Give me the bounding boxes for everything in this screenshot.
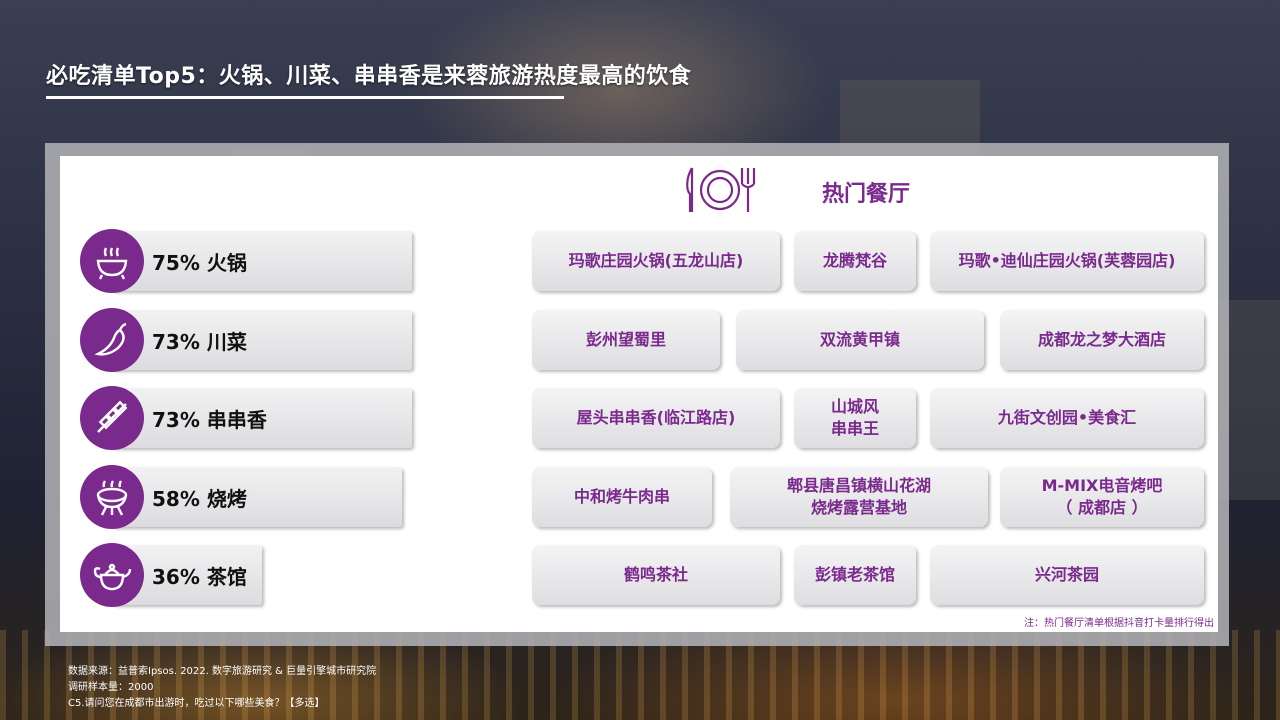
restaurant-tile: 彭镇老茶馆: [794, 545, 916, 605]
restaurant-tile: 九街文创园•美食汇: [930, 388, 1204, 448]
restaurant-tile: 山城风 串串王: [794, 388, 916, 448]
teapot-icon: [80, 543, 144, 607]
restaurant-tile: 成都龙之梦大酒店: [1000, 309, 1204, 370]
category-row: 73% 串串香: [80, 386, 420, 450]
hotpot-icon: [80, 229, 144, 293]
category-label: 36% 茶馆: [152, 565, 247, 589]
title-underline: [46, 96, 564, 99]
sample-line: 调研样本量：2000: [68, 682, 154, 693]
chili-icon: [80, 307, 144, 372]
restaurant-tile: 彭州望蜀里: [532, 309, 720, 370]
restaurant-tile: 郫县唐昌镇横山花湖 烧烤露营基地: [730, 466, 988, 527]
footer-source: 数据来源：益普索Ipsos. 2022. 数字旅游研究 & 巨量引擎城市研究院 …: [68, 664, 376, 712]
category-label: 75% 火锅: [152, 251, 247, 275]
restaurant-tile: 双流黄甲镇: [736, 309, 984, 370]
restaurants-note: 注：热门餐厅清单根据抖音打卡量排行得出: [1024, 618, 1214, 629]
category-label: 73% 川菜: [152, 329, 247, 354]
restaurant-tile: 玛歌•迪仙庄园火锅(芙蓉园店): [930, 231, 1204, 291]
category-row: 36% 茶馆: [80, 543, 420, 607]
restaurant-tile: M-MIX电音烤吧 （ 成都店 ）: [1000, 466, 1204, 527]
category-row: 73% 川菜: [80, 307, 420, 372]
category-label: 58% 烧烤: [152, 486, 247, 511]
page-title: 必吃清单Top5：火锅、川菜、串串香是来蓉旅游热度最高的饮食: [46, 64, 692, 89]
source-line: 数据来源：益普索Ipsos. 2022. 数字旅游研究 & 巨量引擎城市研究院: [68, 666, 377, 677]
restaurant-tile: 中和烤牛肉串: [532, 466, 712, 527]
skewer-icon: [80, 386, 144, 450]
category-label: 73% 串串香: [152, 408, 267, 432]
restaurant-tile: 龙腾梵谷: [794, 231, 916, 291]
restaurants-heading: 热门餐厅: [822, 182, 911, 207]
grill-icon: [80, 464, 144, 529]
category-row: 75% 火锅: [80, 229, 420, 293]
restaurant-tile: 兴河茶园: [930, 545, 1204, 605]
restaurant-tile: 鹤鸣茶社: [532, 545, 780, 605]
question-line: C5.请问您在成都市出游时，吃过以下哪些美食？【多选】: [68, 698, 325, 709]
restaurant-tile: 屋头串串香(临江路店): [532, 388, 780, 448]
category-row: 58% 烧烤: [80, 464, 420, 529]
plate-cutlery-icon: [684, 164, 756, 220]
restaurant-tile: 玛歌庄园火锅(五龙山店): [532, 231, 780, 291]
